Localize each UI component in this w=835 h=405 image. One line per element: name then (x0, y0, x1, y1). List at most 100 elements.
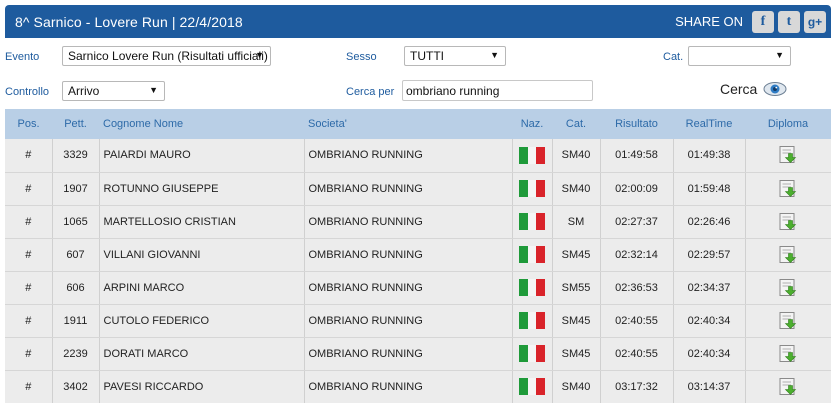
cell-naz (512, 337, 553, 371)
column-header-risultato[interactable]: Risultato (600, 109, 673, 139)
cell-nome: PAIARDI MAURO (99, 139, 305, 173)
column-header-cat[interactable]: Cat. (552, 109, 600, 139)
cell-diploma (745, 172, 831, 206)
cell-risultato: 02:27:37 (600, 205, 674, 239)
cell-diploma (745, 304, 831, 338)
cell-cat: SM40 (552, 139, 601, 173)
cell-nome: ROTUNNO GIUSEPPE (99, 172, 305, 206)
cell-realtime: 02:40:34 (673, 304, 746, 338)
cell-societa: OMBRIANO RUNNING (304, 238, 513, 272)
cell-pett: 607 (52, 238, 100, 272)
table-body: #3329 PAIARDI MAURO OMBRIANO RUNNING SM40 01… (5, 139, 831, 403)
twitter-icon[interactable]: t (778, 10, 800, 33)
cell-risultato: 01:49:58 (600, 139, 674, 173)
cell-nome: MARTELLOSIO CRISTIAN (99, 205, 305, 239)
column-header-pos[interactable]: Pos. (5, 109, 52, 139)
table-row[interactable]: #1907 ROTUNNO GIUSEPPE OMBRIANO RUNNING SM4… (5, 172, 831, 206)
cell-naz (512, 172, 553, 206)
column-header-diploma[interactable]: Diploma (745, 109, 831, 139)
evento-select[interactable]: Sarnico Lovere Run (Risultati ufficiali)… (62, 46, 271, 66)
cell-risultato: 02:32:14 (600, 238, 674, 272)
search-input[interactable]: ombriano running (402, 80, 593, 101)
diploma-download-icon[interactable] (778, 245, 798, 265)
sesso-select[interactable]: TUTTI ▼ (404, 46, 506, 66)
cell-risultato: 02:36:53 (600, 271, 674, 305)
cell-realtime: 02:26:46 (673, 205, 746, 239)
chevron-down-icon: ▼ (255, 50, 264, 60)
cell-realtime: 01:59:48 (673, 172, 746, 206)
evento-select-value: Sarnico Lovere Run (Risultati ufficiali) (68, 49, 268, 63)
chevron-down-icon: ▼ (490, 50, 499, 60)
cell-societa: OMBRIANO RUNNING (304, 172, 513, 206)
cell-pett: 1065 (52, 205, 100, 239)
cell-pett: 1911 (52, 304, 100, 338)
diploma-download-icon[interactable] (778, 179, 798, 199)
share-bar: SHARE ON f t g+ (675, 10, 831, 33)
cell-societa: OMBRIANO RUNNING (304, 370, 513, 403)
italy-flag-icon (519, 246, 546, 263)
cell-realtime: 02:40:34 (673, 337, 746, 371)
cell-pett: 2239 (52, 337, 100, 371)
table-row[interactable]: #3402 PAVESI RICCARDO OMBRIANO RUNNING SM40… (5, 370, 831, 403)
cell-naz (512, 139, 553, 173)
cell-risultato: 02:40:55 (600, 304, 674, 338)
evento-label: Evento (5, 51, 40, 63)
cell-pos: # (5, 139, 53, 173)
cell-cat: SM40 (552, 172, 601, 206)
diploma-download-icon[interactable] (778, 145, 798, 165)
cell-nome: PAVESI RICCARDO (99, 370, 305, 403)
italy-flag-icon (519, 180, 546, 197)
cell-pett: 3329 (52, 139, 100, 173)
column-header-societa[interactable]: Societa' (304, 109, 512, 139)
column-header-nome[interactable]: Cognome Nome (99, 109, 304, 139)
cell-societa: OMBRIANO RUNNING (304, 304, 513, 338)
cell-cat: SM55 (552, 271, 601, 305)
table-row[interactable]: #1065 MARTELLOSIO CRISTIAN OMBRIANO RUNNIN… (5, 205, 831, 239)
cell-societa: OMBRIANO RUNNING (304, 139, 513, 173)
chevron-down-icon: ▼ (149, 85, 158, 95)
controllo-label: Controllo (5, 86, 50, 98)
cell-diploma (745, 139, 831, 173)
italy-flag-icon (519, 312, 546, 329)
sesso-label: Sesso (346, 51, 377, 63)
cat-label: Cat. (663, 51, 684, 63)
cell-realtime: 02:34:37 (673, 271, 746, 305)
search-button[interactable]: Cerca (720, 81, 787, 97)
cell-cat: SM45 (552, 337, 601, 371)
table-row[interactable]: #1911 CUTOLO FEDERICO OMBRIANO RUNNING SM45… (5, 304, 831, 338)
table-row[interactable]: #607 VILLANI GIOVANNI OMBRIANO RUNNING SM45… (5, 238, 831, 272)
filter-panel: Evento Sarnico Lovere Run (Risultati uff… (0, 40, 835, 108)
cell-societa: OMBRIANO RUNNING (304, 205, 513, 239)
cell-naz (512, 370, 553, 403)
cell-diploma (745, 337, 831, 371)
diploma-download-icon[interactable] (778, 344, 798, 364)
cell-pos: # (5, 370, 53, 403)
column-header-pett[interactable]: Pett. (52, 109, 99, 139)
column-header-realtime[interactable]: RealTime (673, 109, 745, 139)
share-label: SHARE ON (675, 14, 743, 29)
table-row[interactable]: #2239 DORATI MARCO OMBRIANO RUNNING SM45 02:… (5, 337, 831, 371)
cell-pos: # (5, 271, 53, 305)
diploma-download-icon[interactable] (778, 311, 798, 331)
facebook-icon[interactable]: f (752, 10, 774, 33)
cell-naz (512, 238, 553, 272)
cell-cat: SM45 (552, 304, 601, 338)
cell-pos: # (5, 172, 53, 206)
controllo-select[interactable]: Arrivo ▼ (62, 81, 165, 101)
diploma-download-icon[interactable] (778, 377, 798, 397)
italy-flag-icon (519, 345, 546, 362)
cell-cat: SM45 (552, 238, 601, 272)
table-row[interactable]: #606 ARPINI MARCO OMBRIANO RUNNING SM55 02:3… (5, 271, 831, 305)
italy-flag-icon (519, 146, 546, 164)
cell-cat: SM (552, 205, 601, 239)
table-row[interactable]: #3329 PAIARDI MAURO OMBRIANO RUNNING SM40 01… (5, 139, 831, 173)
google-plus-icon[interactable]: g+ (804, 10, 826, 33)
table-header-row: Pos. Pett. Cognome Nome Societa' Naz. Ca… (5, 109, 831, 139)
eye-icon (763, 82, 787, 96)
cat-select[interactable]: ▼ (688, 46, 791, 66)
column-header-naz[interactable]: Naz. (512, 109, 552, 139)
diploma-download-icon[interactable] (778, 278, 798, 298)
cell-nome: CUTOLO FEDERICO (99, 304, 305, 338)
cell-naz (512, 271, 553, 305)
diploma-download-icon[interactable] (778, 212, 798, 232)
